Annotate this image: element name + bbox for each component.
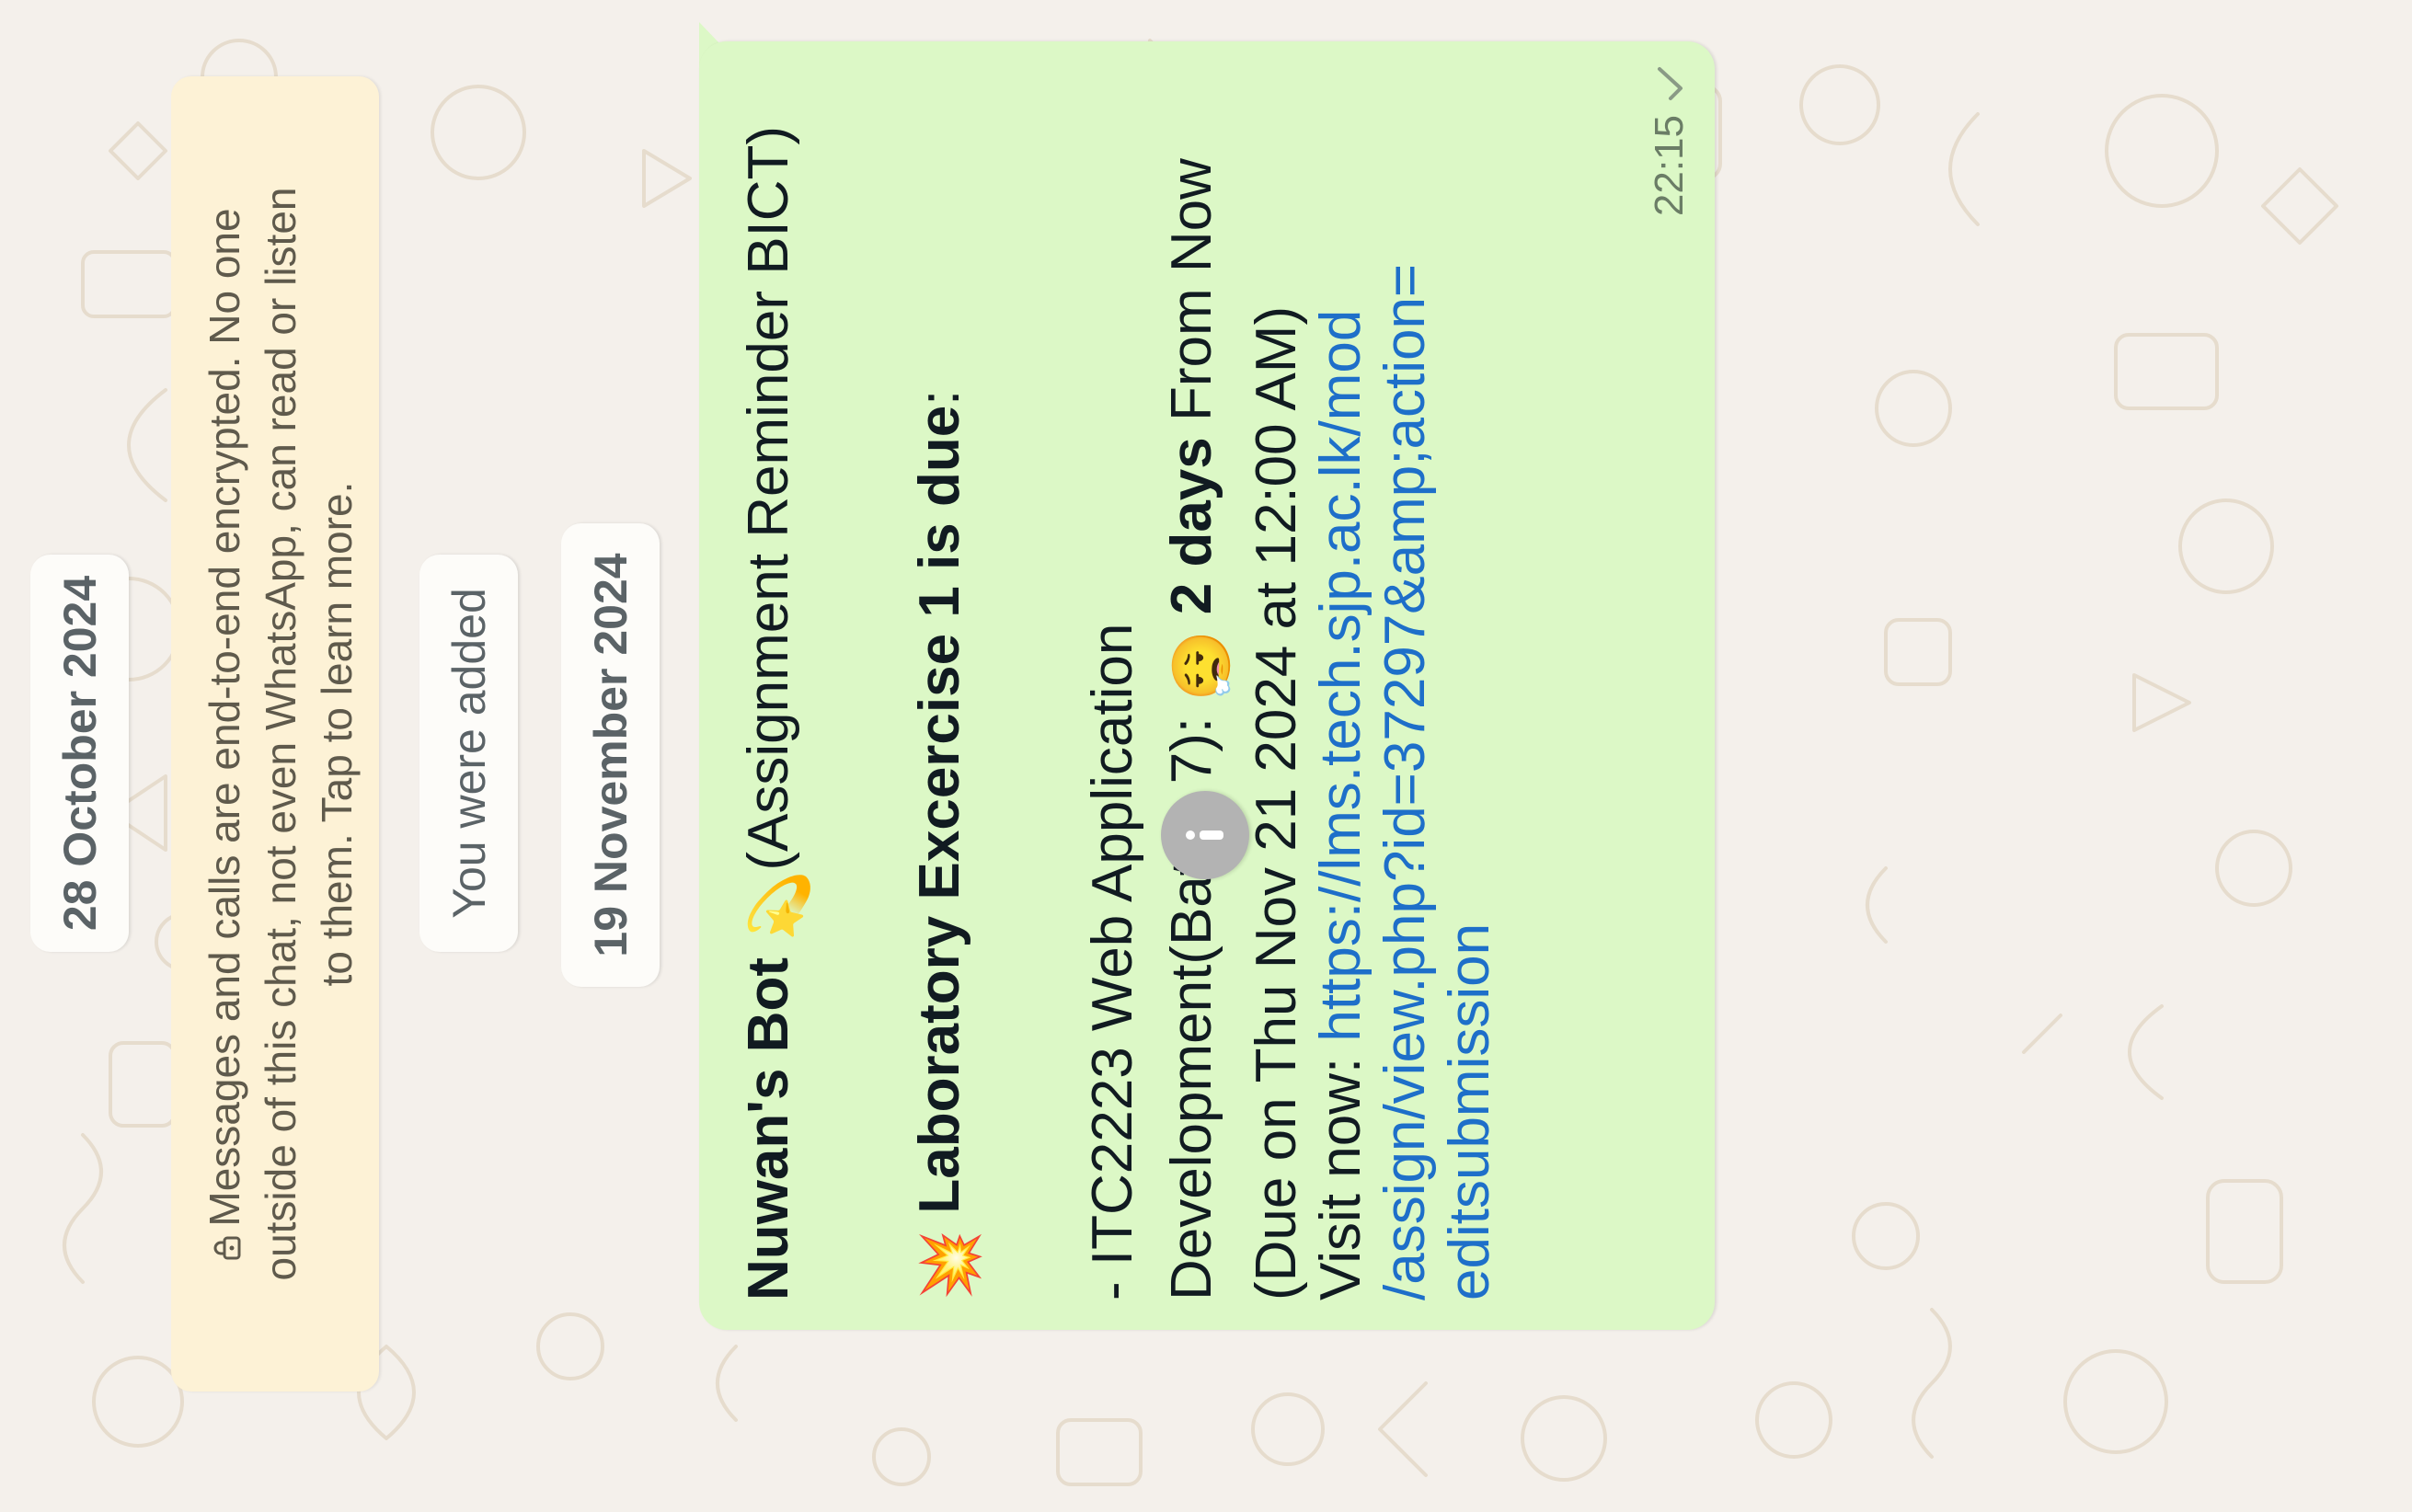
- message-visit-label: Visit now:: [1309, 1041, 1373, 1300]
- message-link-line-1: Visit now: https://lms.tech.sjp.ac.lk/mo…: [1308, 310, 1374, 1300]
- date-separator-october: 28 October 2024: [30, 555, 129, 952]
- info-icon: [1186, 830, 1223, 840]
- assignment-link-line-3[interactable]: editsubmission: [1437, 923, 1503, 1300]
- lock-icon: [199, 1236, 241, 1260]
- message-course-line-1: - ITC2223 Web Application: [1081, 623, 1144, 1300]
- encryption-notice-line-3: to them. Tap to learn more.: [313, 481, 361, 987]
- encryption-notice[interactable]: Messages and calls are end-to-end encryp…: [171, 76, 379, 1392]
- message-due-date: (Due on Thu Nov 21 2024 at 12:00 AM): [1245, 305, 1308, 1300]
- message-time: 22:15: [1647, 115, 1692, 217]
- message-heading: Laboratory Excercise 1 is due: [908, 405, 971, 1214]
- date-separator-text: 19 November 2024: [584, 553, 637, 957]
- encryption-notice-text-1: Messages and calls are end-to-end encryp…: [201, 208, 248, 1227]
- chat-canvas-rotated: 28 October 2024 Messages and calls are e…: [0, 0, 2412, 1512]
- message-bubble[interactable]: Nuwan's Bot 💫(Assignment Reminder BICT) …: [699, 41, 1715, 1330]
- message-sender-suffix: (Assignment Reminder BICT): [737, 125, 800, 871]
- assignment-link-line-2[interactable]: /assign/view.php?id=37297&amp;action=: [1373, 264, 1439, 1300]
- collision-icon: 💥: [919, 1229, 982, 1300]
- info-button[interactable]: [1161, 791, 1249, 879]
- message-heading-colon: :: [908, 389, 971, 406]
- system-message-text: You were added: [442, 588, 495, 919]
- message-heading-line: 💥 Laboratory Excercise 1 is due:: [907, 390, 984, 1300]
- encryption-notice-line-2: outside of this chat, not even WhatsApp,…: [257, 187, 304, 1281]
- message-sender-line: Nuwan's Bot 💫(Assignment Reminder BICT): [736, 126, 813, 1300]
- message-due-count: 2 days: [1160, 437, 1223, 615]
- message-course-line-2: Development(Batch 7): 😮‍💨 2 days From No…: [1159, 158, 1236, 1300]
- message-due-suffix: From Now: [1160, 158, 1223, 438]
- encryption-notice-line-1: Messages and calls are end-to-end encryp…: [197, 104, 253, 1364]
- chat-screen: 28 October 2024 Messages and calls are e…: [0, 0, 2412, 1512]
- exhale-face-icon: 😮‍💨: [1171, 630, 1235, 702]
- system-message-added: You were added: [419, 555, 518, 952]
- date-separator-text: 28 October 2024: [53, 575, 106, 932]
- date-separator-november: 19 November 2024: [561, 523, 660, 987]
- assignment-link[interactable]: https://lms.tech.sjp.ac.lk/mod: [1309, 310, 1373, 1042]
- message-sender: Nuwan's Bot: [737, 957, 800, 1300]
- single-check-icon: [1658, 67, 1683, 100]
- dizzy-star-icon: 💫: [748, 870, 811, 942]
